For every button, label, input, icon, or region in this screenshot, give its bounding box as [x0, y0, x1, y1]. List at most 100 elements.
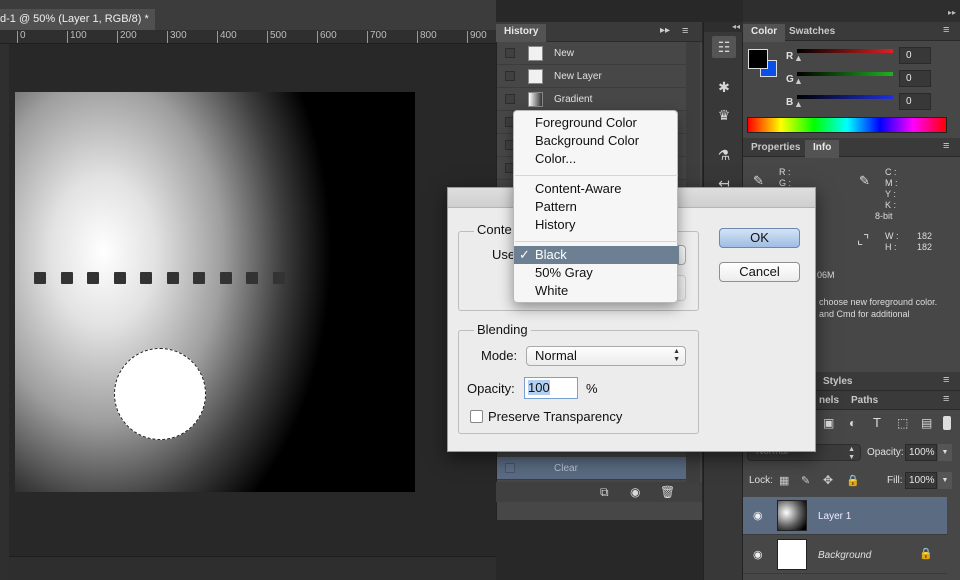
history-item[interactable]: Gradient: [497, 88, 689, 111]
filter-adjustment-icon[interactable]: ◐: [849, 416, 856, 430]
tab-info[interactable]: Info: [805, 140, 840, 158]
history-item[interactable]: New: [497, 42, 689, 65]
snapshot-source-checkbox[interactable]: [505, 94, 515, 104]
collapse-dock-icon[interactable]: ▸▸: [743, 0, 960, 22]
tab-color[interactable]: Color: [743, 24, 786, 42]
menu-item-foreground-color[interactable]: Foreground Color: [514, 114, 679, 132]
snapshot-source-checkbox[interactable]: [505, 463, 515, 473]
gradient-icon: [528, 92, 543, 107]
layer-row-background[interactable]: ◉ Background 🔒: [743, 536, 947, 574]
blue-slider[interactable]: [797, 95, 893, 99]
new-document-icon[interactable]: ⧉: [600, 485, 609, 500]
tab-properties[interactable]: Properties: [743, 140, 808, 158]
canvas-square: [246, 272, 258, 284]
filter-image-icon[interactable]: ▣: [823, 416, 834, 430]
panel-menu-icon[interactable]: ≡: [943, 393, 949, 405]
history-item[interactable]: New Layer: [497, 65, 689, 88]
collapse-icon[interactable]: ▸▸: [660, 25, 670, 36]
menu-item-content-aware[interactable]: Content-Aware: [514, 180, 679, 198]
selected-circle[interactable]: [114, 348, 206, 440]
snapshot-source-checkbox[interactable]: [505, 48, 515, 58]
document-canvas[interactable]: [15, 92, 415, 492]
color-spectrum-ramp[interactable]: [747, 117, 947, 133]
green-slider[interactable]: [797, 72, 893, 76]
blue-value[interactable]: 0: [899, 93, 931, 110]
lock-position-icon[interactable]: ✥: [823, 473, 833, 487]
panel-menu-icon[interactable]: ≡: [943, 140, 949, 152]
brush-icon[interactable]: ♛: [712, 104, 736, 126]
red-label: R: [786, 51, 794, 62]
fill-value[interactable]: 100%: [905, 472, 937, 489]
foreground-color-swatch-front[interactable]: [748, 49, 768, 69]
info-w-value: 182: [917, 231, 933, 241]
tab-swatches[interactable]: Swatches: [781, 24, 843, 42]
green-label: G: [786, 74, 794, 85]
info-k-label: K :: [885, 200, 897, 210]
cancel-button[interactable]: Cancel: [719, 262, 800, 282]
camera-icon[interactable]: ◉: [630, 485, 640, 499]
fill-dropdown-icon[interactable]: ▼: [938, 472, 952, 489]
red-slider[interactable]: [797, 49, 893, 53]
panel-menu-icon[interactable]: ≡: [682, 25, 688, 37]
opacity-input[interactable]: 100: [524, 377, 578, 399]
expand-panels-icon[interactable]: ◂◂: [704, 22, 744, 32]
preserve-transparency-checkbox[interactable]: [470, 410, 483, 423]
filter-smart-object-icon[interactable]: ▤: [921, 416, 932, 430]
mode-select-value: Normal: [535, 348, 577, 363]
lock-paint-icon[interactable]: ✎: [801, 474, 810, 487]
filter-type-icon[interactable]: T: [873, 415, 881, 430]
layer-opacity-value[interactable]: 100%: [905, 444, 937, 461]
info-w-label: W :: [885, 231, 899, 241]
layer-row-layer-1[interactable]: ◉ Layer 1: [743, 497, 947, 535]
use-dropdown-menu: Foreground Color Background Color Color.…: [513, 110, 679, 303]
history-item-label: New Layer: [554, 71, 602, 82]
slider-thumb-icon[interactable]: ▲: [794, 53, 803, 63]
tab-styles[interactable]: Styles: [815, 374, 860, 392]
brush-presets-icon[interactable]: ✱: [712, 76, 736, 98]
opacity-input-value: 100: [528, 380, 550, 395]
menu-item-black[interactable]: ✓ Black: [514, 246, 679, 264]
contents-group-label: Conte: [474, 222, 515, 237]
slider-thumb-icon[interactable]: ▲: [794, 99, 803, 109]
clone-source-icon[interactable]: ⚗: [712, 144, 736, 166]
use-label: Use: [492, 247, 516, 262]
lock-label: Lock:: [749, 475, 773, 486]
lock-transparent-icon[interactable]: ▦: [779, 474, 789, 487]
red-value[interactable]: 0: [899, 47, 931, 64]
filter-shape-icon[interactable]: ⬚: [897, 416, 908, 430]
visibility-eye-icon[interactable]: ◉: [753, 548, 763, 561]
slider-thumb-icon[interactable]: ▲: [794, 76, 803, 86]
panel-menu-icon[interactable]: ≡: [943, 374, 949, 386]
tab-channels[interactable]: nels: [811, 393, 847, 411]
opacity-dropdown-icon[interactable]: ▼: [938, 444, 952, 461]
visibility-eye-icon[interactable]: ◉: [753, 509, 763, 522]
horizontal-scrollbar[interactable]: [9, 556, 496, 580]
lock-icon: 🔒: [919, 548, 933, 560]
menu-item-color[interactable]: Color...: [514, 150, 679, 168]
selection-size-icon: ⌞⌝: [857, 232, 870, 247]
filter-toggle-icon[interactable]: [943, 416, 951, 430]
menu-item-white[interactable]: White: [514, 282, 679, 300]
adjustments-icon[interactable]: ☷: [712, 36, 736, 58]
trash-icon[interactable]: 🗑: [660, 485, 675, 499]
mode-label: Mode:: [481, 348, 518, 363]
layer-name[interactable]: Background: [818, 550, 871, 561]
menu-item-background-color[interactable]: Background Color: [514, 132, 679, 150]
history-item-active[interactable]: Clear: [497, 457, 689, 480]
document-tab[interactable]: d-1 @ 50% (Layer 1, RGB/8) *: [0, 9, 155, 30]
mode-select[interactable]: Normal ▲ ▼: [526, 346, 686, 366]
tab-history[interactable]: History: [496, 24, 547, 42]
layer-name[interactable]: Layer 1: [818, 511, 851, 522]
green-value[interactable]: 0: [899, 70, 931, 87]
panel-menu-icon[interactable]: ≡: [943, 24, 949, 36]
ok-button[interactable]: OK: [719, 228, 800, 248]
menu-item-history[interactable]: History: [514, 216, 679, 234]
preserve-transparency-label[interactable]: Preserve Transparency: [488, 409, 622, 424]
menu-item-50-gray[interactable]: 50% Gray: [514, 264, 679, 282]
tab-paths[interactable]: Paths: [843, 393, 886, 411]
lock-all-icon[interactable]: 🔒: [846, 474, 860, 487]
ruler-tick: 800: [417, 31, 437, 43]
snapshot-source-checkbox[interactable]: [505, 71, 515, 81]
menu-item-pattern[interactable]: Pattern: [514, 198, 679, 216]
fill-label: Fill:: [887, 475, 903, 486]
